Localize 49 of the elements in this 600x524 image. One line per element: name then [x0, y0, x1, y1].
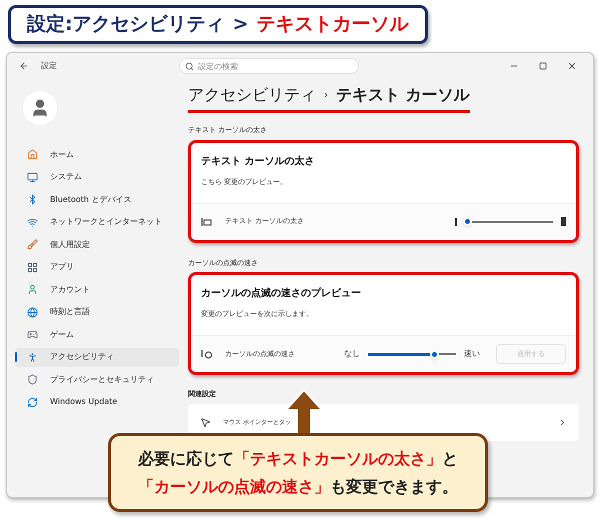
card-title: テキスト カーソルの太さ [201, 154, 316, 168]
globe-icon [27, 306, 38, 318]
refresh-icon [27, 396, 38, 408]
maximize-icon[interactable] [539, 62, 547, 70]
sidebar-item[interactable]: Bluetooth とデバイス [15, 190, 179, 209]
sidebar-item[interactable]: アクセシビリティ [15, 348, 179, 366]
card-title: カーソルの点滅の速さのプレビュー [201, 286, 362, 301]
slider-thumb[interactable] [430, 350, 439, 358]
cursor-clock-icon [201, 349, 213, 359]
sidebar-item[interactable]: Windows Update [15, 392, 179, 412]
sidebar-item[interactable]: ゲーム [15, 325, 179, 344]
breadcrumb-separator: › [324, 88, 328, 102]
person-icon [27, 284, 38, 295]
sidebar-item[interactable]: 時刻と言語 [15, 302, 179, 322]
grid-icon [27, 262, 38, 272]
accessibility-icon [27, 352, 38, 362]
chevron-icon [558, 418, 567, 426]
thick-cursor-icon [561, 217, 566, 226]
search-field[interactable]: 設定の検索 [179, 58, 359, 74]
slider[interactable] [465, 216, 553, 228]
sidebar-item[interactable]: アプリ [15, 258, 179, 276]
callout-text: 必要に応じて「テキストカーソルの太さ」と 「カーソルの点滅の速さ」も変更できます。 [137, 448, 459, 498]
brush-icon [27, 239, 38, 250]
bluetooth-icon [27, 194, 38, 205]
breadcrumb-parent[interactable]: アクセシビリティ [188, 83, 316, 107]
sidebar-item[interactable]: 個人用設定 [15, 235, 179, 254]
sidebar-item[interactable]: ホーム [15, 145, 179, 164]
text-cursor-icon [201, 216, 213, 226]
slider[interactable] [368, 348, 456, 360]
sidebar-item[interactable]: ネットワークとインターネット [15, 212, 179, 232]
thin-cursor-icon [455, 218, 457, 226]
monitor-icon [27, 172, 38, 182]
shield-icon [27, 374, 38, 385]
close-icon[interactable] [567, 61, 577, 71]
pointer-icon [200, 416, 211, 428]
sidebar-item[interactable]: プライバシーとセキュリティ [15, 370, 179, 389]
gamepad-icon [27, 329, 38, 340]
sidebar-item[interactable]: アカウント [15, 280, 179, 299]
home-icon [27, 149, 38, 160]
search-icon [185, 62, 194, 70]
annotation-title: 設定:アクセシビリティ > テキストカーソル [8, 5, 428, 44]
wifi-icon [27, 216, 38, 228]
min-label: なし [344, 348, 360, 360]
slider-thumb[interactable] [462, 217, 472, 226]
page-title: テキスト カーソル [336, 84, 470, 106]
max-label: 速い [464, 348, 480, 360]
back-icon[interactable] [19, 61, 29, 71]
sidebar-item[interactable]: システム [15, 168, 179, 186]
window-title: 設定 [41, 60, 57, 72]
